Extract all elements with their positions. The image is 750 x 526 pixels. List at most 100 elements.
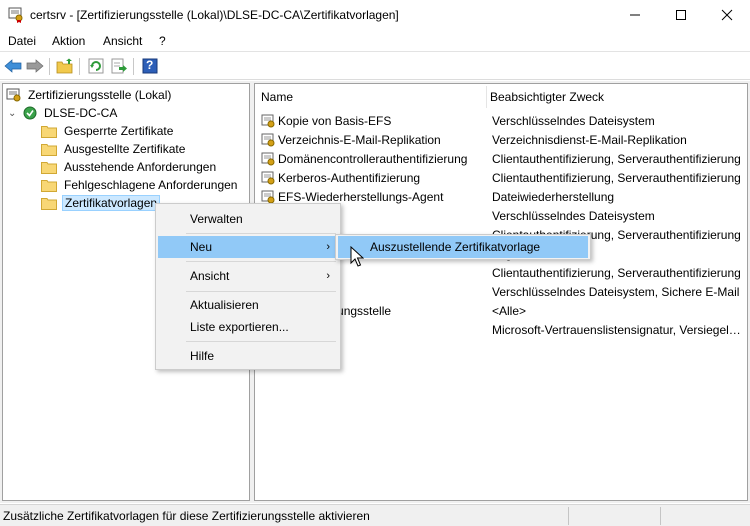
menu-ansicht[interactable]: Ansicht bbox=[103, 34, 142, 48]
list-row-purpose[interactable]: Dateiwiederherstellung bbox=[492, 187, 742, 206]
tree-item-gesperrte[interactable]: Gesperrte Zertifikate bbox=[41, 122, 175, 140]
menu-item-label: Hilfe bbox=[190, 349, 215, 363]
menu-bar: Datei Aktion Ansicht ? bbox=[0, 30, 750, 52]
folder-icon bbox=[41, 179, 57, 192]
tree-item-zertifikatvorlagen[interactable]: Zertifikatvorlagen bbox=[41, 194, 161, 212]
list-row-name[interactable]: Kerberos-Authentifizierung bbox=[261, 168, 420, 187]
menu-help[interactable]: ? bbox=[159, 34, 166, 48]
list-row-name[interactable]: Domänencontrollerauthentifizierung bbox=[261, 149, 467, 168]
menu-item-label: Aktualisieren bbox=[190, 298, 259, 312]
back-button[interactable] bbox=[3, 57, 23, 75]
toolbar: ? bbox=[0, 53, 750, 80]
menu-item-neu[interactable]: Neu › bbox=[158, 236, 338, 258]
menu-separator bbox=[186, 341, 336, 342]
menu-item-label: Verwalten bbox=[190, 212, 243, 226]
menu-item-label: Ansicht bbox=[190, 269, 230, 283]
up-folder-icon bbox=[56, 58, 73, 74]
list-row-purpose-text: Dateiwiederherstellung bbox=[492, 189, 615, 204]
column-header-label: Beabsichtigter Zweck bbox=[490, 90, 605, 104]
list-row-name[interactable]: Verzeichnis-E-Mail-Replikation bbox=[261, 130, 441, 149]
menu-item-verwalten[interactable]: Verwalten bbox=[158, 208, 338, 230]
menu-item-aktualisieren[interactable]: Aktualisieren bbox=[158, 294, 338, 316]
menu-separator bbox=[186, 291, 336, 292]
minimize-button[interactable] bbox=[612, 0, 658, 30]
column-header-name[interactable]: Name bbox=[261, 84, 486, 110]
list-row-purpose-text: Clientauthentifizierung, Serverauthentif… bbox=[492, 170, 741, 185]
menu-item-hilfe[interactable]: Hilfe bbox=[158, 345, 338, 367]
tree-root-label: Zertifizierungsstelle (Lokal) bbox=[28, 88, 172, 102]
certificate-template-icon bbox=[261, 171, 275, 184]
tree-ca[interactable]: ⌄ DLSE-DC-CA bbox=[8, 104, 119, 122]
menu-aktion[interactable]: Aktion bbox=[52, 34, 85, 48]
toolbar-separator bbox=[133, 58, 134, 75]
status-text: Zusätzliche Zertifikatvorlagen für diese… bbox=[3, 509, 370, 523]
list-row-purpose[interactable]: Verzeichnisdienst-E-Mail-Replikation bbox=[492, 130, 742, 149]
menu-item-ansicht[interactable]: Ansicht › bbox=[158, 265, 338, 287]
tree-ca-label: DLSE-DC-CA bbox=[44, 106, 118, 120]
chevron-down-icon[interactable]: ⌄ bbox=[8, 108, 20, 119]
menu-item-label: Liste exportieren... bbox=[190, 320, 289, 334]
maximize-button[interactable] bbox=[658, 0, 704, 30]
tree-item-ausgestellte[interactable]: Ausgestellte Zertifikate bbox=[41, 140, 187, 158]
help-glyph: ? bbox=[146, 58, 154, 72]
list-row-name-text: Domänencontrollerauthentifizierung bbox=[278, 151, 468, 166]
folder-icon bbox=[41, 125, 57, 138]
list-row-name-text: Verzeichnis-E-Mail-Replikation bbox=[278, 132, 441, 147]
forward-button[interactable] bbox=[25, 57, 45, 75]
refresh-button[interactable] bbox=[86, 57, 106, 75]
list-row-purpose-text: Microsoft-Vertrauenslistensignatur, Vers… bbox=[492, 322, 742, 337]
folder-icon bbox=[41, 197, 57, 210]
up-folder-button[interactable] bbox=[55, 57, 75, 75]
list-row-purpose[interactable]: Clientauthentifizierung, Serverauthentif… bbox=[492, 168, 742, 187]
menu-item-liste-exportieren[interactable]: Liste exportieren... bbox=[158, 316, 338, 338]
tree-item-ausstehende[interactable]: Ausstehende Anforderungen bbox=[41, 158, 218, 176]
toolbar-separator bbox=[79, 58, 80, 75]
main-area: Zertifizierungsstelle (Lokal) ⌄ DLSE-DC-… bbox=[0, 81, 750, 503]
list-row-purpose[interactable]: Clientauthentifizierung, Serverauthentif… bbox=[492, 149, 742, 168]
certsrv-app-icon bbox=[8, 7, 23, 23]
status-divider bbox=[660, 507, 661, 525]
status-bar: Zusätzliche Zertifikatvorlagen für diese… bbox=[0, 504, 750, 526]
title-bar: certsrv - [Zertifizierungsstelle (Lokal)… bbox=[0, 0, 750, 30]
menu-item-label: Neu bbox=[190, 240, 213, 254]
back-arrow-icon bbox=[4, 59, 22, 73]
close-button[interactable] bbox=[704, 0, 750, 30]
menu-datei[interactable]: Datei bbox=[8, 34, 36, 48]
certificate-template-icon bbox=[261, 133, 275, 146]
list-row-purpose[interactable]: Clientauthentifizierung, Serverauthentif… bbox=[492, 263, 742, 282]
refresh-icon bbox=[88, 58, 104, 74]
list-row-purpose-text: Verzeichnisdienst-E-Mail-Replikation bbox=[492, 132, 687, 147]
context-menu: Verwalten Neu › Ansicht › Aktualisieren … bbox=[155, 203, 341, 370]
toolbar-separator bbox=[49, 58, 50, 75]
export-list-button[interactable] bbox=[109, 57, 129, 75]
minimize-icon bbox=[630, 14, 640, 16]
tree-root[interactable]: Zertifizierungsstelle (Lokal) bbox=[6, 86, 173, 104]
folder-icon bbox=[41, 143, 57, 156]
menu-item-auszustellende-zertifikatvorlage[interactable]: Auszustellende Zertifikatvorlage bbox=[338, 236, 588, 258]
chevron-right-icon: › bbox=[326, 241, 330, 253]
window-title: certsrv - [Zertifizierungsstelle (Lokal)… bbox=[30, 8, 399, 22]
list-row-name[interactable]: Kopie von Basis-EFS bbox=[261, 111, 391, 130]
tree-item-label: Ausstehende Anforderungen bbox=[64, 160, 217, 174]
list-row-purpose[interactable]: Verschlüsselndes Dateisystem bbox=[492, 206, 742, 225]
chevron-right-icon: › bbox=[326, 270, 330, 282]
tree-item-fehlgeschlagene[interactable]: Fehlgeschlagene Anforderungen bbox=[41, 176, 239, 194]
list-row-purpose[interactable]: Verschlüsselndes Dateisystem bbox=[492, 111, 742, 130]
list-row-purpose-text: Clientauthentifizierung, Serverauthentif… bbox=[492, 265, 741, 280]
tree-item-label: Gesperrte Zertifikate bbox=[64, 124, 174, 138]
menu-separator bbox=[186, 233, 336, 234]
tree-item-label: Ausgestellte Zertifikate bbox=[64, 142, 186, 156]
help-button[interactable]: ? bbox=[140, 57, 160, 75]
tree-item-label: Zertifikatvorlagen bbox=[62, 195, 161, 211]
column-header-purpose[interactable]: Beabsichtigter Zweck bbox=[490, 84, 740, 110]
export-icon bbox=[111, 58, 127, 74]
maximize-icon bbox=[676, 10, 686, 20]
list-row-name-text: Kopie von Basis-EFS bbox=[278, 113, 392, 128]
tree-item-label: Fehlgeschlagene Anforderungen bbox=[64, 178, 238, 192]
certificate-template-icon bbox=[261, 190, 275, 203]
certificate-template-icon bbox=[261, 152, 275, 165]
list-row-purpose[interactable]: Microsoft-Vertrauenslistensignatur, Vers… bbox=[492, 320, 742, 339]
list-row-purpose[interactable]: <Alle> bbox=[492, 301, 742, 320]
list-row-purpose[interactable]: Verschlüsselndes Dateisystem, Sichere E-… bbox=[492, 282, 742, 301]
column-separator[interactable] bbox=[486, 86, 487, 108]
